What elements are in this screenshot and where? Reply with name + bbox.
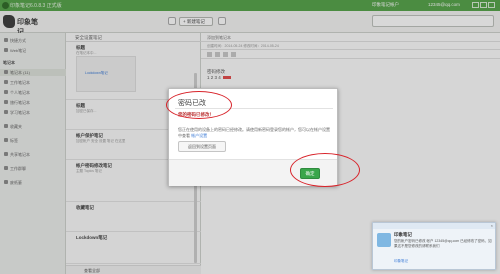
- close-icon[interactable]: ×: [491, 223, 493, 228]
- notification-title: 印象笔记: [394, 232, 412, 237]
- account-settings-link[interactable]: 帐户设置: [191, 133, 207, 138]
- return-to-settings-button[interactable]: 返回到设置页面: [178, 141, 226, 152]
- annotation-circle-ok: [290, 153, 360, 187]
- notification-avatar-icon: [377, 233, 391, 247]
- notification-popup[interactable]: × 印象笔记 您的帐户密码已修改 帐户 12345@qq.com 已经修改了密码…: [372, 222, 496, 270]
- annotation-circle-title: [166, 91, 232, 119]
- notification-body: 您的帐户密码已修改 帐户 12345@qq.com 已经修改了密码，如果这不是您…: [394, 239, 492, 248]
- notification-sign[interactable]: 印象笔记: [394, 259, 408, 264]
- notification-bar: [373, 223, 495, 229]
- dialog-description: 您正在使用的设备上的密码已经修改。请使用新密码登录您的帐户，您可以在帐户设置中查…: [178, 127, 330, 138]
